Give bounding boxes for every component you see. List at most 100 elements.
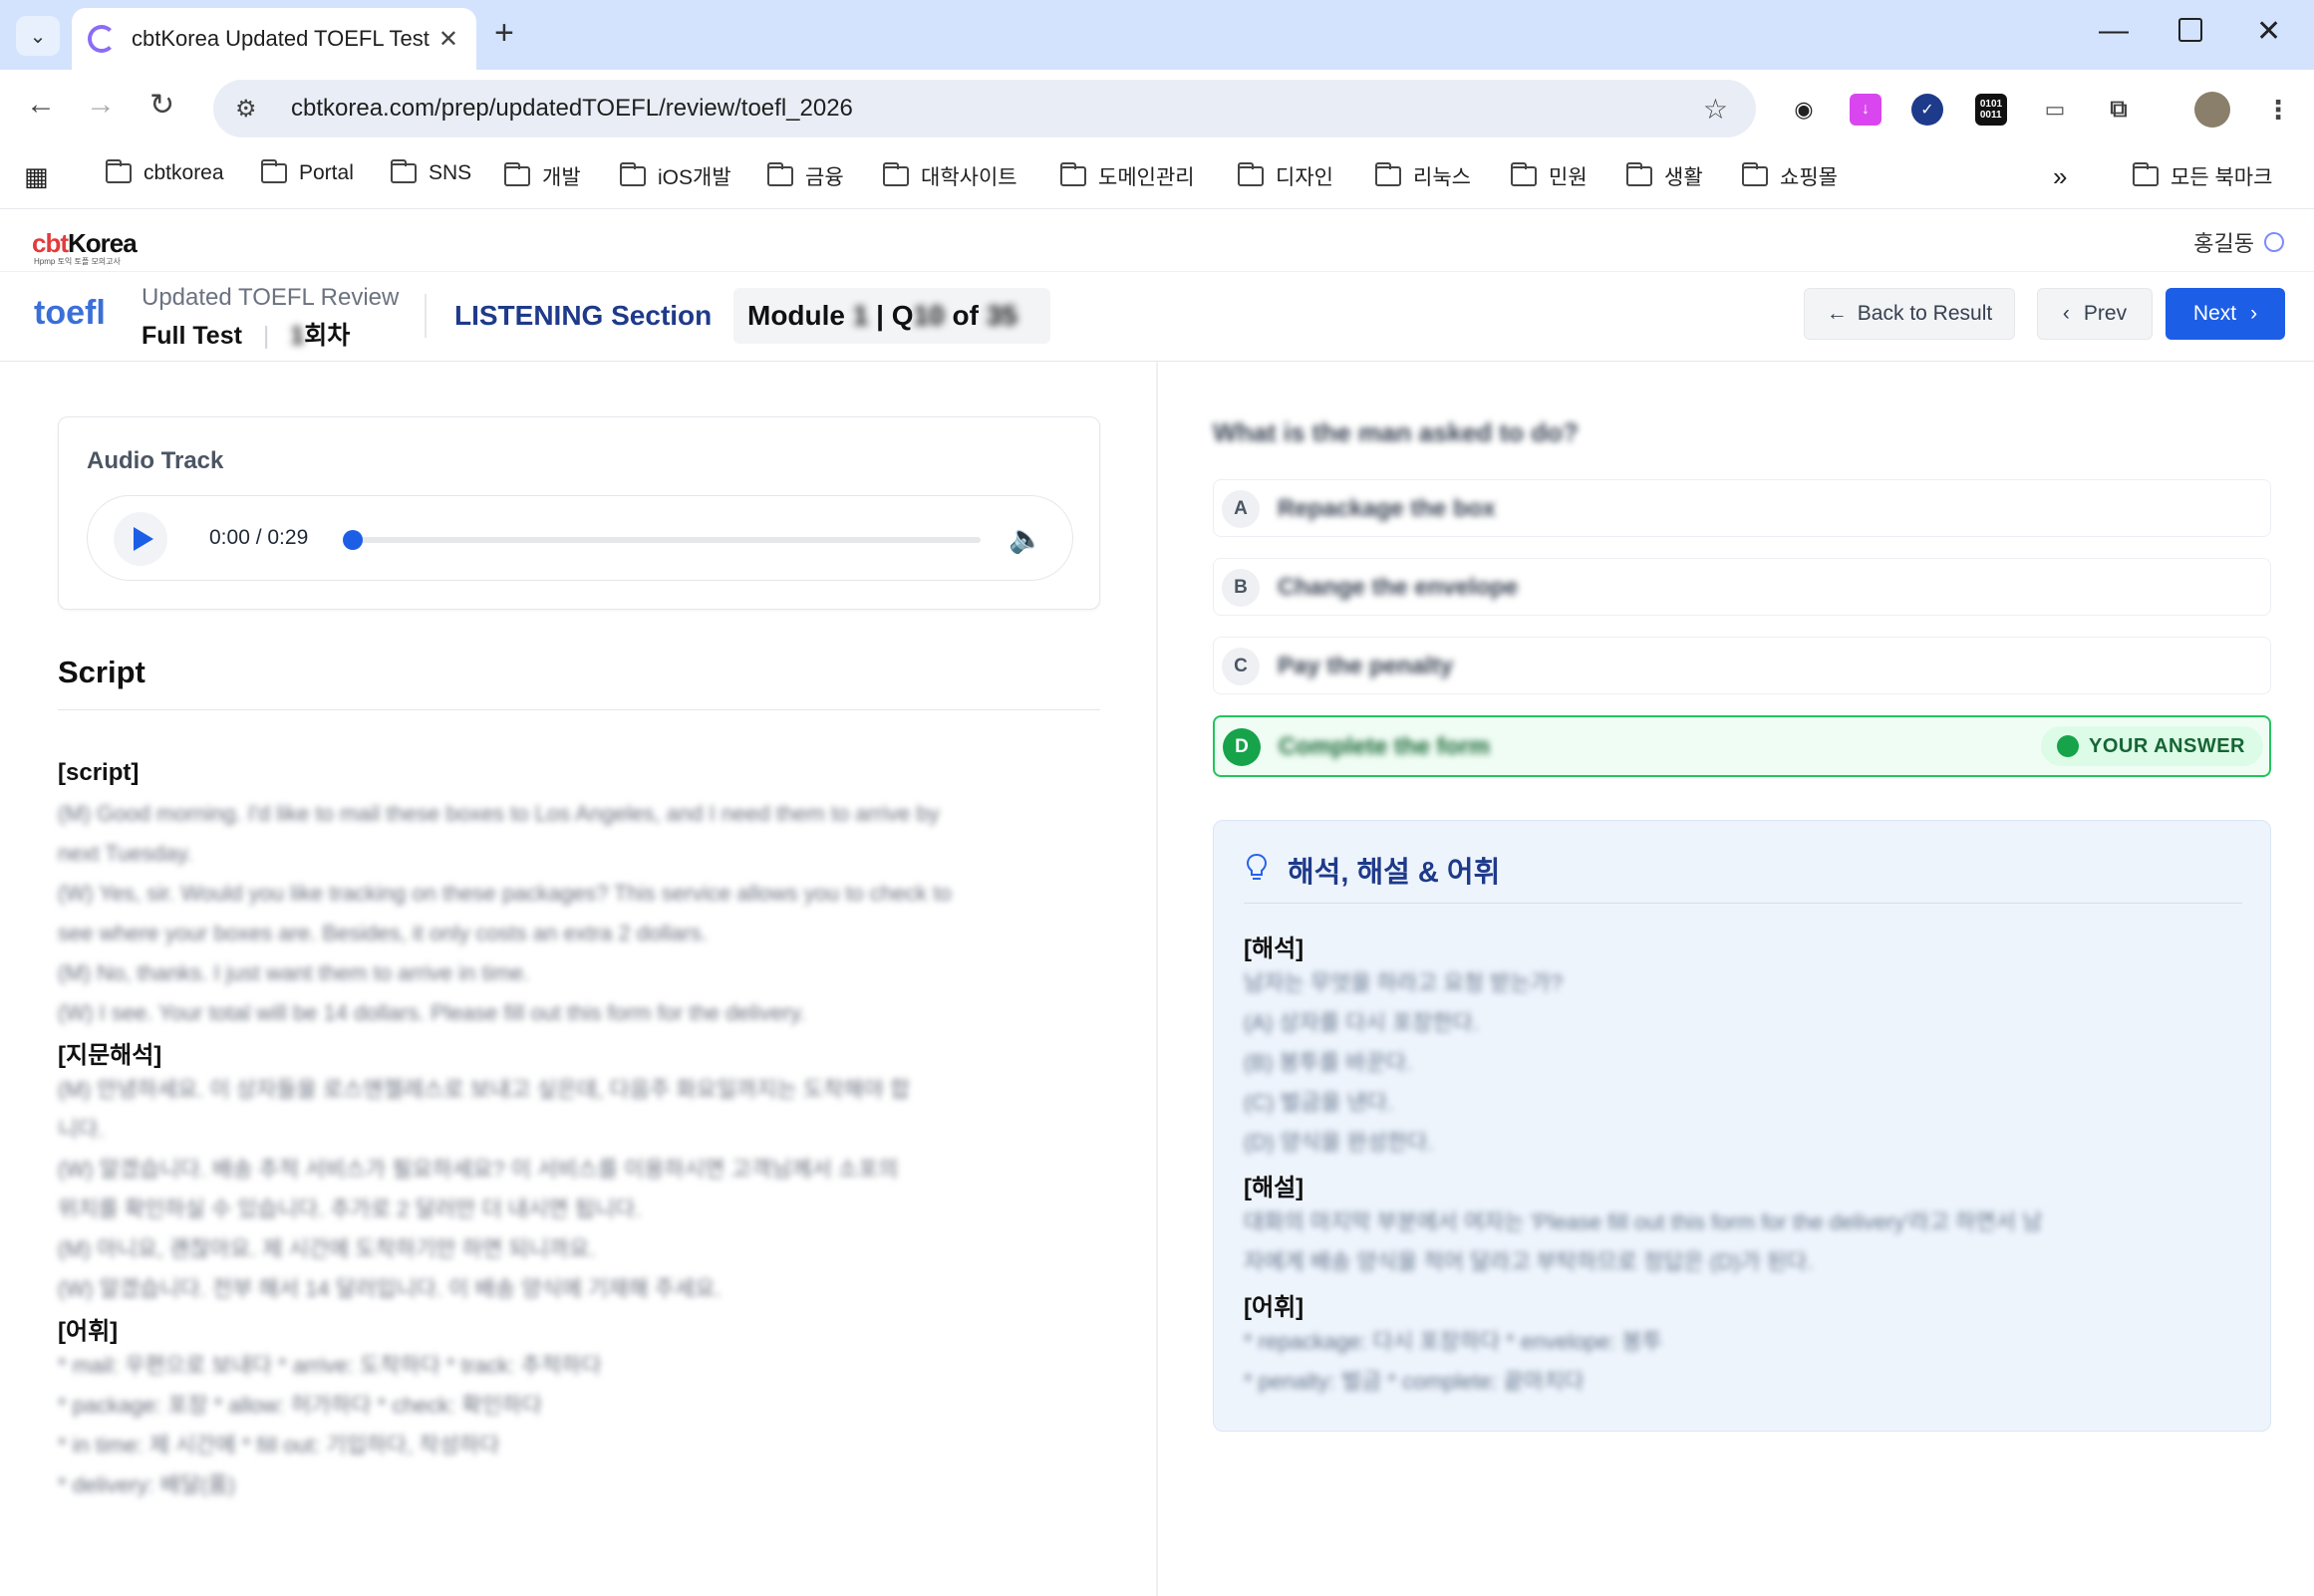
- arrow-left-icon: ←: [1826, 302, 1848, 325]
- your-answer-badge: YOUR ANSWER: [2041, 726, 2263, 766]
- script-text: (M) Good morning. I'd like to mail these…: [58, 801, 952, 1025]
- audio-track-label: Audio Track: [87, 447, 224, 474]
- audio-seek-handle[interactable]: [343, 530, 363, 550]
- bookmark-star-icon[interactable]: ☆: [1703, 93, 1728, 126]
- volume-icon[interactable]: 🔈: [1009, 522, 1043, 555]
- more-menu-icon[interactable]: ⋮: [2262, 94, 2294, 126]
- user-icon: [2264, 232, 2284, 252]
- extensions-puzzle-icon[interactable]: ⧉: [2103, 94, 2135, 126]
- minimize-icon[interactable]: —: [2099, 14, 2129, 48]
- audio-time: 0:00 / 0:29: [209, 526, 309, 549]
- bookmark-ios-dev[interactable]: iOS개발: [620, 161, 731, 191]
- translation-label: [지문해석]: [58, 1042, 162, 1069]
- audio-player: 0:00 / 0:29 🔈: [87, 495, 1073, 581]
- cbtkorea-logo[interactable]: cbtKorea: [32, 228, 138, 259]
- prev-button[interactable]: ‹ Prev: [2037, 288, 2153, 340]
- folder-icon: [1626, 162, 1652, 186]
- bookmark-finance[interactable]: 금융: [767, 161, 844, 191]
- reload-icon[interactable]: ↻: [149, 88, 174, 123]
- chevron-down-icon: ⌄: [29, 25, 47, 48]
- question-text: What is the man asked to do?: [1213, 417, 1579, 447]
- bookmark-cbtkorea[interactable]: cbtkorea: [106, 159, 224, 185]
- user-menu[interactable]: 홍길동: [2193, 226, 2284, 258]
- tab-search-dropdown[interactable]: ⌄: [16, 16, 60, 56]
- browser-toolbar: ← → ↻ ⚙ cbtkorea.com/prep/updatedTOEFL/r…: [0, 70, 2314, 151]
- chevron-left-icon: ‹: [2062, 302, 2070, 325]
- explanation-vocab-label: [어휘]: [1244, 1294, 1304, 1321]
- bookmark-linux[interactable]: 리눅스: [1375, 161, 1471, 191]
- url-text[interactable]: cbtkorea.com/prep/updatedTOEFL/review/to…: [291, 95, 1703, 123]
- back-arrow-icon[interactable]: ←: [26, 88, 56, 122]
- site-info-icon[interactable]: ⚙: [235, 95, 271, 124]
- bookmarks-overflow-icon[interactable]: »: [2053, 161, 2067, 192]
- folder-icon: [1060, 162, 1086, 186]
- chevron-right-icon: ›: [2250, 302, 2258, 325]
- question-number: 10: [913, 300, 945, 331]
- site-topbar: cbtKorea Hpmp 토익 토플 모의고사 홍길동: [0, 210, 2314, 272]
- bookmark-life[interactable]: 생활: [1626, 161, 1703, 191]
- bookmark-sns[interactable]: SNS: [391, 159, 471, 185]
- back-to-result-button[interactable]: ← Back to Result: [1804, 288, 2015, 340]
- bookmark-univ-sites[interactable]: 대학사이트: [883, 161, 1017, 191]
- test-type: Full Test: [142, 322, 242, 350]
- profile-avatar[interactable]: [2194, 92, 2230, 128]
- interp-text: 남자는 무엇을 하라고 요청 받는가? (A) 상자를 다시 포장한다. (B)…: [1244, 970, 1564, 1155]
- script-label: [script]: [58, 759, 140, 786]
- maximize-icon[interactable]: [2178, 18, 2202, 42]
- cast-extension-icon[interactable]: ▭: [2039, 94, 2071, 126]
- download-extension-icon[interactable]: ↓: [1850, 94, 1881, 126]
- option-text: Pay the penalty: [1278, 653, 1454, 679]
- check-circle-icon: [2057, 735, 2080, 757]
- option-letter: D: [1223, 728, 1261, 766]
- folder-icon: [391, 159, 417, 183]
- bookmark-civil[interactable]: 민원: [1511, 161, 1588, 191]
- audio-seek-bar[interactable]: [349, 537, 981, 543]
- tab-strip: ⌄ cbtKorea Updated TOEFL Test ✕ + — ✕: [0, 0, 2314, 70]
- divider: |: [262, 322, 270, 350]
- explanation-card: 해석, 해설 & 어휘 [해석] 남자는 무엇을 하라고 요청 받는가? (A)…: [1213, 820, 2271, 1432]
- logo-subtitle: Hpmp 토익 토플 모의고사: [34, 257, 121, 266]
- next-button[interactable]: Next ›: [2166, 288, 2285, 340]
- option-d[interactable]: D Complete the form YOUR ANSWER: [1213, 715, 2271, 777]
- apps-grid-icon[interactable]: ▦: [24, 161, 49, 192]
- new-tab-button[interactable]: +: [494, 14, 514, 53]
- option-letter: A: [1222, 490, 1260, 528]
- bookmark-shopping[interactable]: 쇼핑몰: [1742, 161, 1838, 191]
- folder-icon: [767, 162, 793, 186]
- bookmarks-bar: ▦ cbtkorea Portal SNS 개발 iOS개발 금융 대학사이트 …: [0, 151, 2314, 209]
- close-window-icon[interactable]: ✕: [2256, 14, 2281, 49]
- round-suffix: 회차: [304, 322, 351, 350]
- binary-extension-icon[interactable]: 0101 0011: [1975, 94, 2007, 126]
- option-letter: B: [1222, 569, 1260, 607]
- play-button[interactable]: [114, 512, 167, 566]
- play-icon: [134, 527, 153, 551]
- option-text: Change the envelope: [1278, 574, 1519, 601]
- folder-icon: [883, 162, 909, 186]
- folder-icon: [1511, 162, 1537, 186]
- bookmark-dev[interactable]: 개발: [504, 161, 581, 191]
- incognito-extension-icon[interactable]: ◉: [1788, 94, 1820, 126]
- lightbulb-icon: [1246, 853, 1268, 880]
- comment-text: 대화의 마지막 부분에서 여자는 'Please fill out this f…: [1244, 1209, 2043, 1274]
- folder-icon: [1742, 162, 1768, 186]
- translation-text: (M) 안녕하세요. 이 상자들을 로스앤젤레스로 보내고 싶은데, 다음주 화…: [58, 1077, 911, 1301]
- option-a[interactable]: A Repackage the box: [1213, 479, 2271, 537]
- forward-arrow-icon[interactable]: →: [86, 88, 116, 122]
- toefl-logo: toefl: [34, 294, 106, 332]
- test-info: Full Test | 1회차: [142, 316, 350, 352]
- bookmark-all[interactable]: 모든 북마크: [2133, 161, 2272, 191]
- address-bar[interactable]: ⚙ cbtkorea.com/prep/updatedTOEFL/review/…: [213, 80, 1756, 137]
- folder-icon: [620, 162, 646, 186]
- option-c[interactable]: C Pay the penalty: [1213, 637, 2271, 694]
- option-b[interactable]: B Change the envelope: [1213, 558, 2271, 616]
- close-tab-icon[interactable]: ✕: [438, 25, 458, 54]
- folder-icon: [1238, 162, 1264, 186]
- bookmark-domain-mgmt[interactable]: 도메인관리: [1060, 161, 1195, 191]
- bookmark-design[interactable]: 디자인: [1238, 161, 1333, 191]
- script-pane: Audio Track 0:00 / 0:29 🔈 Script [script…: [0, 362, 1158, 1596]
- module-indicator: Module 1 | Q 10 of 35: [733, 288, 1050, 344]
- check-extension-icon[interactable]: ✓: [1911, 94, 1943, 126]
- tab-title: cbtKorea Updated TOEFL Test: [132, 26, 430, 51]
- bookmark-portal[interactable]: Portal: [261, 159, 354, 185]
- browser-tab[interactable]: cbtKorea Updated TOEFL Test ✕: [72, 8, 476, 70]
